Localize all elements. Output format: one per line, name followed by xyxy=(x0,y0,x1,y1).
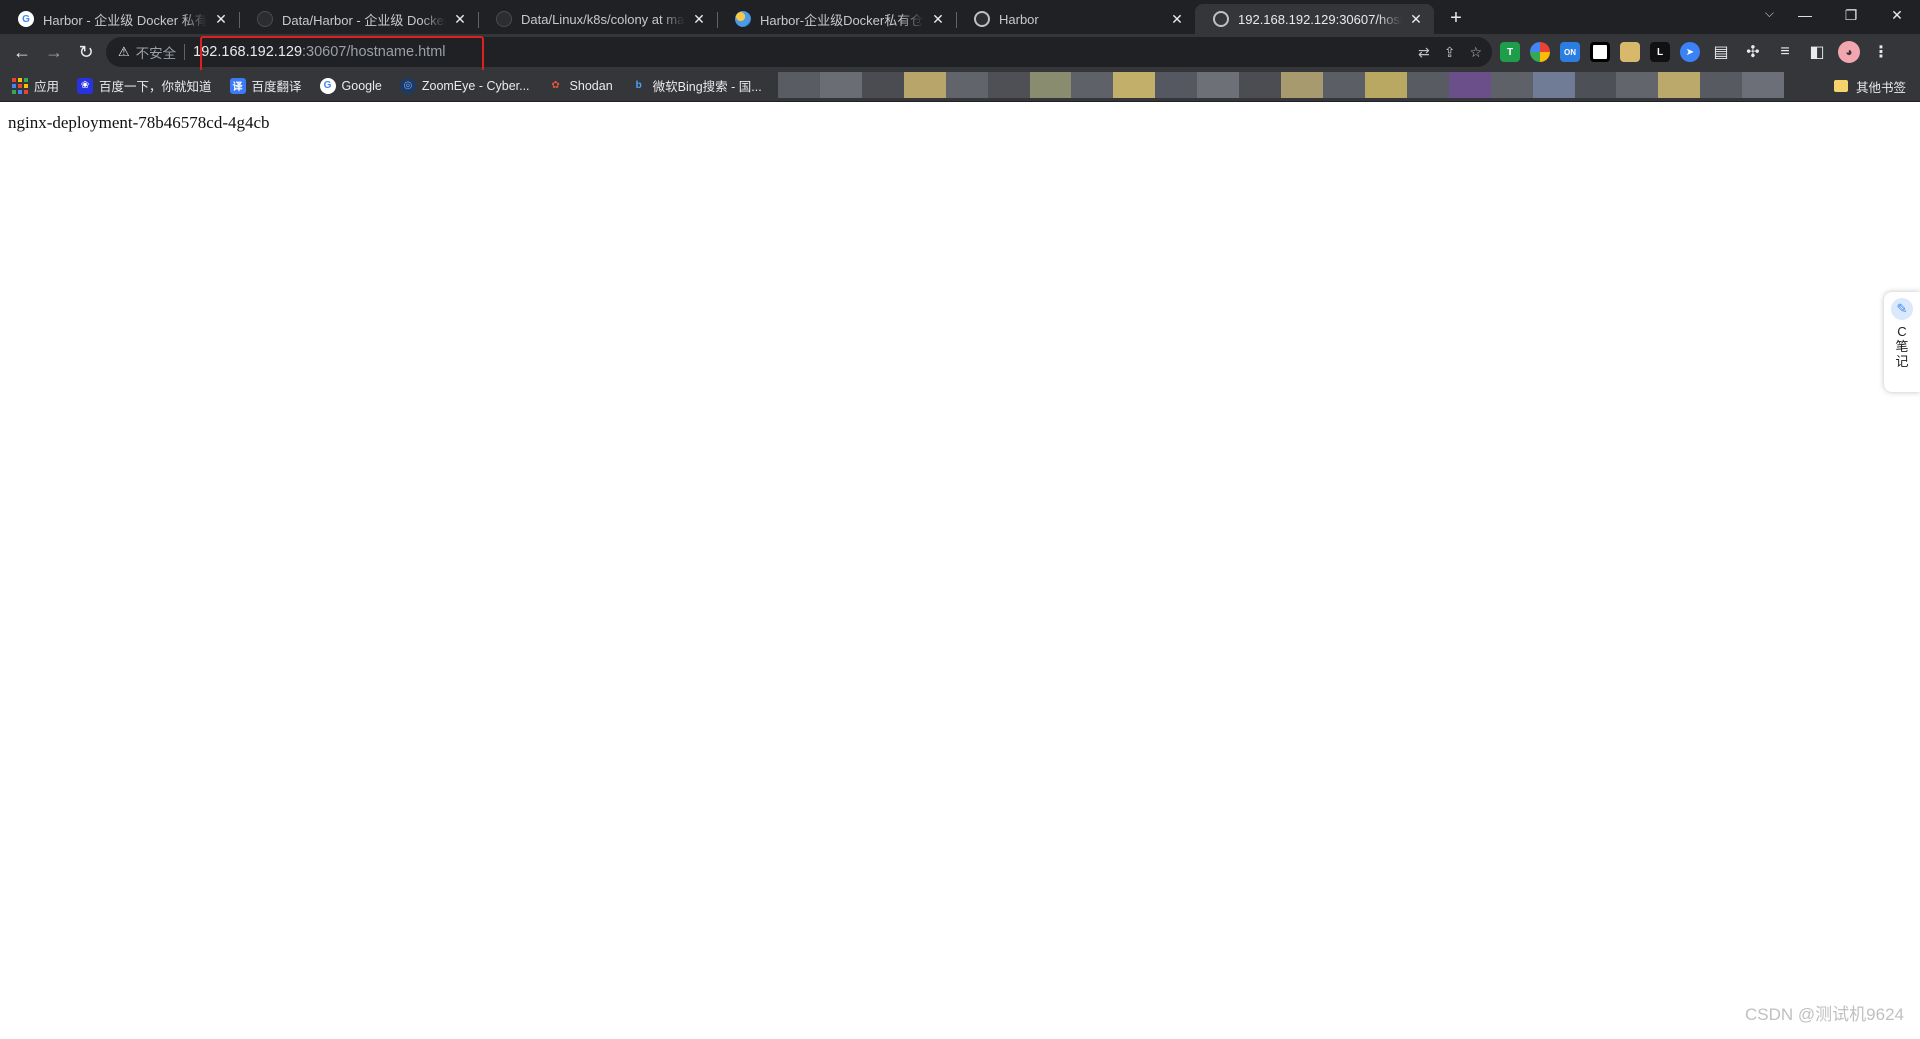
globe-icon xyxy=(1213,11,1229,27)
omnibox-actions: ⇄ ⇪ ☆ xyxy=(1418,37,1482,67)
bookmark-label: ZoomEye - Cyber... xyxy=(421,78,530,93)
extension-image-icon[interactable] xyxy=(1620,42,1640,62)
harbor-logo-icon xyxy=(735,11,751,27)
tab-hostname-active[interactable]: 192.168.192.129:30607/hostname.html ✕ xyxy=(1195,4,1434,34)
extensions-puzzle-icon[interactable]: ✣ xyxy=(1742,42,1764,62)
tab-harbor-google[interactable]: G Harbor - 企业级 Docker 私有仓库 ✕ xyxy=(0,4,239,34)
bookmark-star-icon[interactable]: ☆ xyxy=(1469,44,1482,61)
url-path: :30607/hostname.html xyxy=(302,44,446,60)
bookmark-label: 百度一下，你就知道 xyxy=(99,80,212,94)
omnibox-divider xyxy=(184,44,186,60)
close-icon[interactable]: ✕ xyxy=(930,11,946,27)
close-icon[interactable]: ✕ xyxy=(691,11,707,27)
restore-button[interactable]: ❐ xyxy=(1828,0,1874,30)
bookmark-label: 应用 xyxy=(34,80,60,94)
close-icon[interactable]: ✕ xyxy=(1169,11,1185,27)
close-icon[interactable]: ✕ xyxy=(213,11,229,27)
tab-title: Data/Harbor - 企业级 Docker 私有仓库 xyxy=(282,12,446,28)
extensions-area: T ON L ➤ ▤ ✣ ≡ ◧ ◕ ⋮ xyxy=(1500,34,1892,70)
reading-list-icon[interactable]: ≡ xyxy=(1774,42,1796,62)
other-bookmarks[interactable]: 其他书签 xyxy=(1833,70,1906,102)
new-tab-button[interactable]: + xyxy=(1442,4,1470,32)
tab-title: Harbor xyxy=(999,11,1039,27)
other-bookmarks-label: 其他书签 xyxy=(1855,80,1906,95)
tab-strip: G Harbor - 企业级 Docker 私有仓库 ✕ Data/Harbor… xyxy=(0,0,1920,34)
bookmark-label: Shodan xyxy=(569,78,613,93)
bookmark-label: 微软Bing搜索 - 国... xyxy=(652,80,762,94)
close-window-button[interactable]: ✕ xyxy=(1874,0,1920,30)
minimize-button[interactable]: — xyxy=(1782,0,1828,30)
profile-avatar[interactable]: ◕ xyxy=(1838,41,1860,63)
browser-toolbar: ← → ↻ ⚠ 不安全 192.168.192.129:30607/hostna… xyxy=(0,34,1920,70)
url-text[interactable]: 192.168.192.129:30607/hostname.html xyxy=(193,44,445,60)
more-menu-icon[interactable]: ⋮ xyxy=(1870,42,1892,62)
bookmark-baidu-translate[interactable]: 译 百度翻译 xyxy=(229,76,302,95)
baidu-translate-icon: 译 xyxy=(229,77,246,94)
window-controls: — ❐ ✕ xyxy=(1782,0,1920,30)
close-icon[interactable]: ✕ xyxy=(452,11,468,27)
shodan-icon: ✿ xyxy=(547,77,564,94)
tab-github-harbor[interactable]: Data/Harbor - 企业级 Docker 私有仓库 ✕ xyxy=(239,4,478,34)
apps-grid-icon xyxy=(12,77,28,94)
bookmark-label: Google xyxy=(341,78,382,93)
folder-icon xyxy=(1833,80,1848,92)
reload-button[interactable]: ↻ xyxy=(70,36,102,68)
bing-icon: b xyxy=(630,77,647,94)
csdn-watermark: CSDN @测试机9624 xyxy=(1745,1005,1904,1024)
tab-harbor[interactable]: Harbor ✕ xyxy=(956,4,1195,34)
address-bar[interactable]: ⚠ 不安全 192.168.192.129:30607/hostname.htm… xyxy=(106,37,1492,67)
share-icon[interactable]: ⇪ xyxy=(1444,44,1456,61)
github-icon xyxy=(257,11,273,27)
back-button[interactable]: ← xyxy=(6,36,38,68)
translate-icon[interactable]: ⇄ xyxy=(1418,44,1430,61)
forward-button[interactable]: → xyxy=(38,36,70,68)
security-label[interactable]: 不安全 xyxy=(136,42,177,62)
close-icon[interactable]: ✕ xyxy=(1408,11,1424,27)
bookmark-bing[interactable]: b 微软Bing搜索 - 国... xyxy=(630,76,762,95)
tab-title: Harbor-企业级Docker私有仓库 xyxy=(760,12,924,28)
extension-l-icon[interactable]: L xyxy=(1650,42,1670,62)
bookmark-baidu[interactable]: ❀ 百度一下，你就知道 xyxy=(77,76,212,95)
extension-reader-icon[interactable]: ▤ xyxy=(1710,42,1732,62)
bookmark-apps[interactable]: 应用 xyxy=(12,76,59,95)
baidu-icon: ❀ xyxy=(77,77,94,94)
google-icon: G xyxy=(18,11,34,27)
side-note-widget[interactable]: ✎ C笔记 xyxy=(1884,292,1920,392)
blurred-bookmarks xyxy=(778,72,1784,98)
bookmark-label: 百度翻译 xyxy=(251,80,302,94)
url-host: 192.168.192.129 xyxy=(193,44,303,60)
bookmark-google[interactable]: G Google xyxy=(319,77,382,94)
tab-title: 192.168.192.129:30607/hostname.html xyxy=(1238,11,1402,27)
bookmark-shodan[interactable]: ✿ Shodan xyxy=(547,77,613,94)
extension-color-icon[interactable] xyxy=(1530,42,1550,62)
side-note-label: C笔记 xyxy=(1895,324,1909,369)
extension-compass-icon[interactable]: ➤ xyxy=(1680,42,1700,62)
tab-title: Data/Linux/k8s/colony at master xyxy=(521,11,685,27)
tab-github-colony[interactable]: Data/Linux/k8s/colony at master ✕ xyxy=(478,4,717,34)
tab-search-icon[interactable]: ⌵ xyxy=(1765,6,1774,21)
note-icon: ✎ xyxy=(1891,298,1913,320)
warning-icon[interactable]: ⚠ xyxy=(118,44,130,60)
page-hostname-text: nginx-deployment-78b46578cd-4g4cb xyxy=(8,113,270,132)
zoomeye-icon: ◎ xyxy=(399,77,416,94)
extension-square-icon[interactable] xyxy=(1590,42,1610,62)
tab-harbor-docker[interactable]: Harbor-企业级Docker私有仓库 ✕ xyxy=(717,4,956,34)
github-icon xyxy=(496,11,512,27)
harbor-icon xyxy=(974,11,990,27)
tab-title: Harbor - 企业级 Docker 私有仓库 xyxy=(43,12,207,28)
extension-on-icon[interactable]: ON xyxy=(1560,42,1580,62)
bookmark-zoomeye[interactable]: ◎ ZoomEye - Cyber... xyxy=(399,77,530,94)
google-icon: G xyxy=(319,77,336,94)
side-panel-icon[interactable]: ◧ xyxy=(1806,42,1828,62)
extension-t-icon[interactable]: T xyxy=(1500,42,1520,62)
